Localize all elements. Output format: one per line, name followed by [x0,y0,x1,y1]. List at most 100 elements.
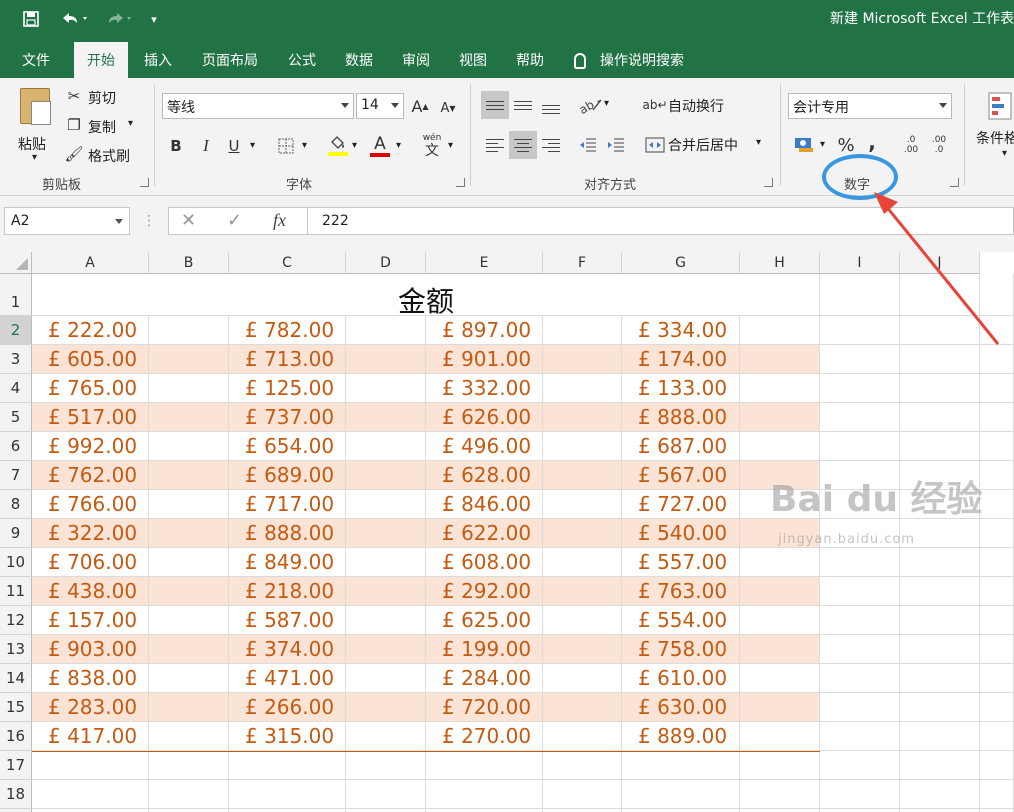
cell[interactable] [346,374,426,403]
italic-button[interactable]: I [194,134,218,158]
bold-button[interactable]: B [164,134,188,158]
cell[interactable] [740,751,820,780]
cell[interactable] [740,403,820,432]
cell[interactable] [980,274,1014,316]
accounting-format-button[interactable] [792,133,818,157]
cell[interactable] [900,274,980,316]
font-color-button[interactable]: A [368,132,392,160]
cell[interactable] [740,693,820,722]
cell[interactable] [740,722,820,751]
cell[interactable] [346,316,426,345]
cell[interactable] [900,403,980,432]
cell[interactable] [149,635,229,664]
tab-file[interactable]: 文件 [8,42,64,78]
align-left-button[interactable] [481,131,509,159]
row-header-15[interactable]: 15 [0,693,32,722]
cell[interactable] [543,316,622,345]
cell[interactable] [820,635,900,664]
cell[interactable] [149,461,229,490]
cell[interactable] [346,519,426,548]
cell[interactable] [820,693,900,722]
phonetic-button[interactable]: wén 文 [420,132,444,160]
row-header-3[interactable]: 3 [0,345,32,374]
row-header-12[interactable]: 12 [0,606,32,635]
phonetic-dropdown-icon[interactable]: ▾ [448,140,453,151]
number-launcher-icon[interactable] [950,178,959,187]
cell[interactable] [740,345,820,374]
conditional-formatting-button[interactable]: 条件格 [976,128,1014,148]
select-all-corner[interactable] [0,252,32,274]
cell[interactable] [740,432,820,461]
cell[interactable] [980,316,1014,345]
cell[interactable] [980,606,1014,635]
cell[interactable] [740,606,820,635]
cell[interactable] [543,780,622,809]
font-color-dropdown-icon[interactable]: ▾ [396,140,401,151]
cell[interactable] [980,635,1014,664]
cell[interactable] [543,519,622,548]
cell[interactable] [543,664,622,693]
cell[interactable] [820,432,900,461]
cell[interactable] [820,345,900,374]
cell[interactable] [346,345,426,374]
cell[interactable] [543,403,622,432]
tab-page-layout[interactable]: 页面布局 [190,42,270,78]
formula-input[interactable]: 222 [308,207,1014,235]
copy-button[interactable]: 复制 [88,117,116,137]
cell[interactable] [543,490,622,519]
undo-icon[interactable] [56,8,92,30]
row-header-16[interactable]: 16 [0,722,32,751]
row-header-1[interactable]: 1 [0,274,32,316]
drag-handle-icon[interactable]: ⋮ [142,210,156,232]
cell[interactable] [149,490,229,519]
row-header-10[interactable]: 10 [0,548,32,577]
cell[interactable] [980,374,1014,403]
cell[interactable] [900,722,980,751]
tell-me-search[interactable]: 操作说明搜索 [574,42,714,78]
borders-button[interactable] [274,134,298,158]
number-format-combo[interactable]: 会计专用 [788,93,952,119]
cell[interactable] [900,374,980,403]
font-launcher-icon[interactable] [456,178,465,187]
merged-title-cell[interactable]: 金额 [32,274,820,318]
name-box[interactable]: A2 [4,207,130,235]
column-header-f[interactable]: F [543,252,622,274]
cell[interactable] [980,345,1014,374]
tab-formulas[interactable]: 公式 [278,42,326,78]
tab-insert[interactable]: 插入 [134,42,182,78]
cell[interactable] [900,751,980,780]
cell[interactable] [149,780,229,809]
row-header-7[interactable]: 7 [0,461,32,490]
cell[interactable] [149,403,229,432]
cell[interactable] [820,751,900,780]
insert-function-icon[interactable]: fx [273,210,286,231]
cell[interactable] [740,635,820,664]
align-right-button[interactable] [537,131,565,159]
paste-button[interactable]: 粘贴 ▾ [12,82,60,170]
increase-decimal-button[interactable]: .0.00 [900,132,922,158]
underline-dropdown-icon[interactable]: ▾ [250,140,255,151]
cut-button[interactable]: 剪切 [88,88,116,108]
cell[interactable] [346,490,426,519]
font-size-combo[interactable]: 14 [356,93,404,119]
row-header-2[interactable]: 2 [0,316,32,345]
comma-style-button[interactable]: , [862,130,882,154]
cell[interactable] [149,751,229,780]
column-header-i[interactable]: I [820,252,900,274]
cell[interactable] [980,403,1014,432]
row-header-18[interactable]: 18 [0,780,32,809]
cell[interactable] [980,780,1014,809]
cancel-icon[interactable]: ✕ [181,210,196,231]
row-header-4[interactable]: 4 [0,374,32,403]
cell[interactable] [346,780,426,809]
orientation-dropdown-icon[interactable]: ▾ [604,98,609,109]
redo-icon[interactable] [100,8,136,30]
cell[interactable] [32,780,149,809]
row-header-8[interactable]: 8 [0,490,32,519]
column-header-b[interactable]: B [149,252,229,274]
cell[interactable] [543,635,622,664]
conditional-dropdown-icon[interactable]: ▾ [1002,148,1007,159]
grow-font-button[interactable]: A ▲ [410,94,430,118]
cell[interactable] [900,316,980,345]
top-align-button[interactable] [481,91,509,119]
